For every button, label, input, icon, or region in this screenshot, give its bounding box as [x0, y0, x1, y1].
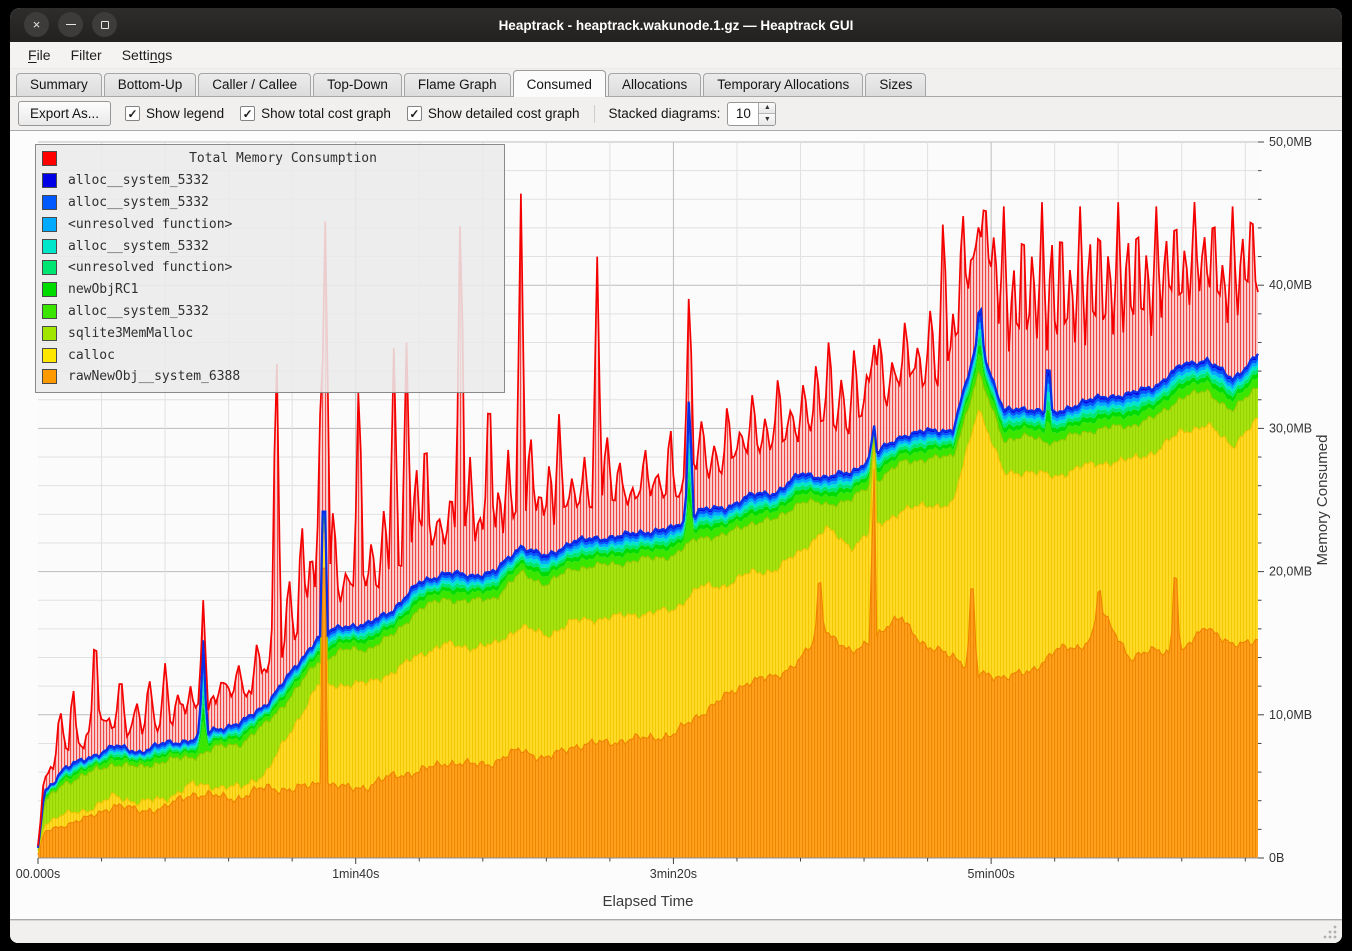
- resize-grip[interactable]: [1323, 925, 1337, 939]
- tab-flame-graph[interactable]: Flame Graph: [404, 73, 511, 96]
- legend-swatch: [42, 326, 57, 341]
- stacked-diagrams-stepper[interactable]: 10 ▲ ▼: [727, 102, 776, 126]
- legend-item: alloc__system_5332: [42, 170, 498, 192]
- titlebar: × Heaptrack - heaptrack.wakunode.1.gz — …: [10, 8, 1342, 42]
- legend-label: sqlite3MemMalloc: [68, 326, 193, 341]
- checkbox-show-legend[interactable]: ✓ Show legend: [125, 106, 224, 121]
- spin-up-button[interactable]: ▲: [759, 103, 775, 114]
- legend-item: sqlite3MemMalloc: [42, 322, 498, 344]
- legend-item: <unresolved function>: [42, 257, 498, 279]
- svg-text:00.000s: 00.000s: [16, 867, 60, 881]
- svg-text:Memory Consumed: Memory Consumed: [1314, 435, 1331, 566]
- checkmark-icon: ✓: [240, 106, 255, 121]
- legend-swatch: [42, 151, 57, 166]
- menu-settings[interactable]: Settings: [112, 42, 183, 68]
- app-window: × Heaptrack - heaptrack.wakunode.1.gz — …: [10, 8, 1342, 943]
- menu-filter[interactable]: Filter: [61, 42, 112, 68]
- svg-text:3min20s: 3min20s: [650, 867, 697, 881]
- stacked-diagrams-label: Stacked diagrams:: [609, 106, 721, 121]
- toolbar: Export As... ✓ Show legend ✓ Show total cos…: [10, 97, 1342, 130]
- svg-text:1min40s: 1min40s: [332, 867, 379, 881]
- checkbox-label: Show legend: [146, 106, 224, 121]
- checkbox-label: Show detailed cost graph: [428, 106, 580, 121]
- legend-label: alloc__system_5332: [68, 195, 209, 210]
- legend-item: <unresolved function>: [42, 213, 498, 235]
- legend-swatch: [42, 239, 57, 254]
- legend-swatch: [42, 282, 57, 297]
- spin-down-button[interactable]: ▼: [759, 113, 775, 125]
- tab-sizes[interactable]: Sizes: [865, 73, 926, 96]
- legend-title-row: Total Memory Consumption: [42, 148, 498, 170]
- chart-legend: Total Memory Consumption alloc__system_53…: [35, 144, 505, 393]
- menu-file[interactable]: File: [18, 42, 61, 68]
- svg-text:20,0MB: 20,0MB: [1269, 565, 1312, 579]
- legend-label: <unresolved function>: [68, 260, 232, 275]
- legend-item: alloc__system_5332: [42, 192, 498, 214]
- tab-summary[interactable]: Summary: [16, 73, 102, 96]
- legend-label: newObjRC1: [68, 282, 138, 297]
- checkbox-show-total-cost-graph[interactable]: ✓ Show total cost graph: [240, 106, 391, 121]
- checkbox-show-detailed-cost-graph[interactable]: ✓ Show detailed cost graph: [407, 106, 580, 121]
- stacked-diagrams-value: 10: [728, 103, 758, 125]
- tab-consumed[interactable]: Consumed: [513, 70, 606, 97]
- legend-swatch: [42, 304, 57, 319]
- tab-allocations[interactable]: Allocations: [608, 73, 701, 96]
- checkmark-icon: ✓: [407, 106, 422, 121]
- checkbox-label: Show total cost graph: [261, 106, 391, 121]
- legend-swatch: [42, 173, 57, 188]
- legend-swatch: [42, 348, 57, 363]
- legend-label: <unresolved function>: [68, 217, 232, 232]
- checkmark-icon: ✓: [125, 106, 140, 121]
- chart-panel: 00.000s 1min40s 3min20s 5min00s 0B 10,0MB 20,0…: [10, 130, 1342, 920]
- tab-temporary-allocations[interactable]: Temporary Allocations: [703, 73, 863, 96]
- legend-swatch: [42, 369, 57, 384]
- svg-text:5min00s: 5min00s: [968, 867, 1015, 881]
- legend-label: rawNewObj__system_6388: [68, 369, 240, 384]
- menubar: FileFilterSettings: [10, 42, 1342, 69]
- legend-swatch: [42, 260, 57, 275]
- tab-top-down[interactable]: Top-Down: [313, 73, 402, 96]
- toolbar-checkboxes: ✓ Show legend ✓ Show total cost graph ✓ Show …: [125, 106, 580, 121]
- legend-item: alloc__system_5332: [42, 235, 498, 257]
- tab-bottom-up[interactable]: Bottom-Up: [104, 73, 197, 96]
- status-bar: [10, 920, 1342, 943]
- legend-label: alloc__system_5332: [68, 304, 209, 319]
- tab-caller-callee[interactable]: Caller / Callee: [198, 73, 311, 96]
- svg-text:50,0MB: 50,0MB: [1269, 135, 1312, 149]
- svg-text:Elapsed Time: Elapsed Time: [603, 893, 694, 910]
- legend-swatch: [42, 217, 57, 232]
- legend-label: Total Memory Consumption: [68, 151, 498, 166]
- svg-text:40,0MB: 40,0MB: [1269, 278, 1312, 292]
- legend-item: newObjRC1: [42, 279, 498, 301]
- legend-label: calloc: [68, 348, 115, 363]
- legend-swatch: [42, 195, 57, 210]
- export-as-button[interactable]: Export As...: [18, 101, 111, 126]
- tab-bar: SummaryBottom-UpCaller / CalleeTop-DownF…: [10, 69, 1342, 97]
- toolbar-separator: [594, 105, 595, 123]
- legend-item: rawNewObj__system_6388: [42, 366, 498, 388]
- svg-text:30,0MB: 30,0MB: [1269, 421, 1312, 435]
- window-title: Heaptrack - heaptrack.wakunode.1.gz — He…: [10, 8, 1342, 42]
- legend-label: alloc__system_5332: [68, 239, 209, 254]
- legend-label: alloc__system_5332: [68, 173, 209, 188]
- svg-text:0B: 0B: [1269, 851, 1284, 865]
- svg-text:10,0MB: 10,0MB: [1269, 708, 1312, 722]
- legend-item: alloc__system_5332: [42, 301, 498, 323]
- legend-item: calloc: [42, 344, 498, 366]
